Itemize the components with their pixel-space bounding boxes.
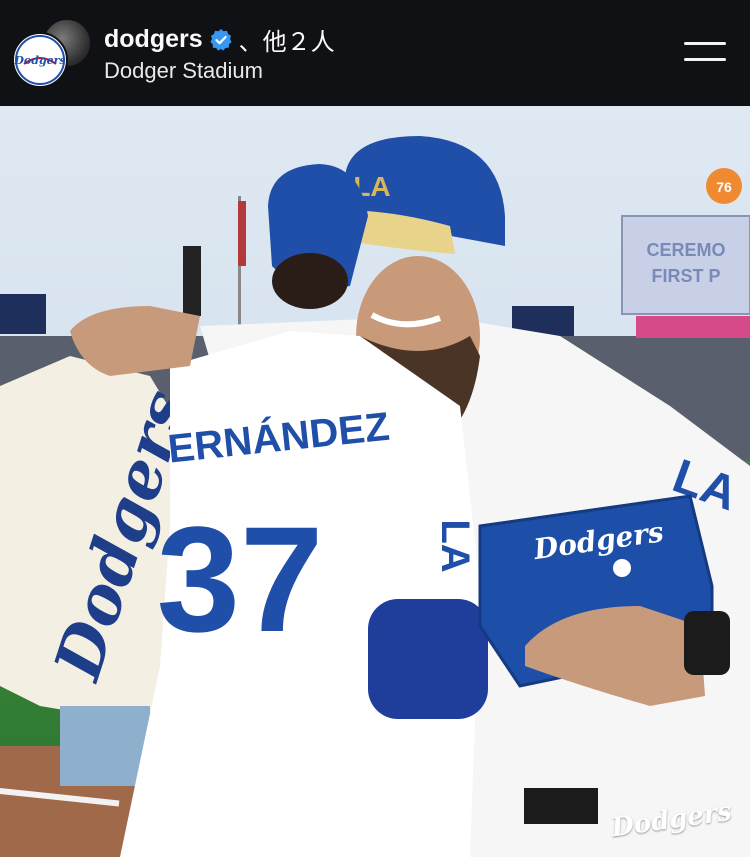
photo-illustration: CEREMO FIRST P 76 Dodgers LA LA ERNÁNDEZ… [0, 106, 750, 857]
dodgers-avatar[interactable]: Dodgers [12, 32, 68, 88]
collaborator-avatars[interactable]: Dodgers [12, 18, 92, 88]
post-header: Dodgers dodgers 、他２人 Dodger Stadium [0, 0, 750, 106]
denim-shorts [60, 706, 150, 786]
sign-76-text: 76 [716, 179, 732, 195]
stadium-sign-left [0, 294, 46, 334]
dodgers-logo-icon: Dodgers [14, 35, 66, 85]
watch [684, 611, 730, 675]
location-link[interactable]: Dodger Stadium [104, 58, 263, 84]
scoreboard-text: FIRST P [651, 266, 720, 286]
light-pole [183, 246, 201, 316]
scoreboard-text: CEREMO [646, 240, 725, 260]
flag [238, 201, 246, 266]
account-name[interactable]: dodgers [104, 25, 203, 54]
arm-logo: LA [433, 519, 477, 572]
jersey-number: 37 [157, 495, 324, 663]
scoreboard [621, 215, 750, 315]
title-row: dodgers 、他２人 [104, 22, 335, 57]
baseball-icon [613, 559, 631, 577]
menu-line [684, 58, 726, 61]
hamburger-menu-icon[interactable] [684, 40, 728, 66]
jersey-tag [524, 788, 598, 824]
left-player-hair [272, 253, 348, 309]
post-photo[interactable]: CEREMO FIRST P 76 Dodgers LA LA ERNÁNDEZ… [0, 106, 750, 857]
verified-badge-icon [210, 28, 232, 51]
stadium-banner [636, 316, 750, 338]
avatar-logo-text: Dodgers [14, 54, 66, 67]
left-player-sleeve [368, 599, 488, 719]
menu-line [684, 42, 726, 45]
collaborators-link[interactable]: 、他２人 [239, 22, 335, 57]
